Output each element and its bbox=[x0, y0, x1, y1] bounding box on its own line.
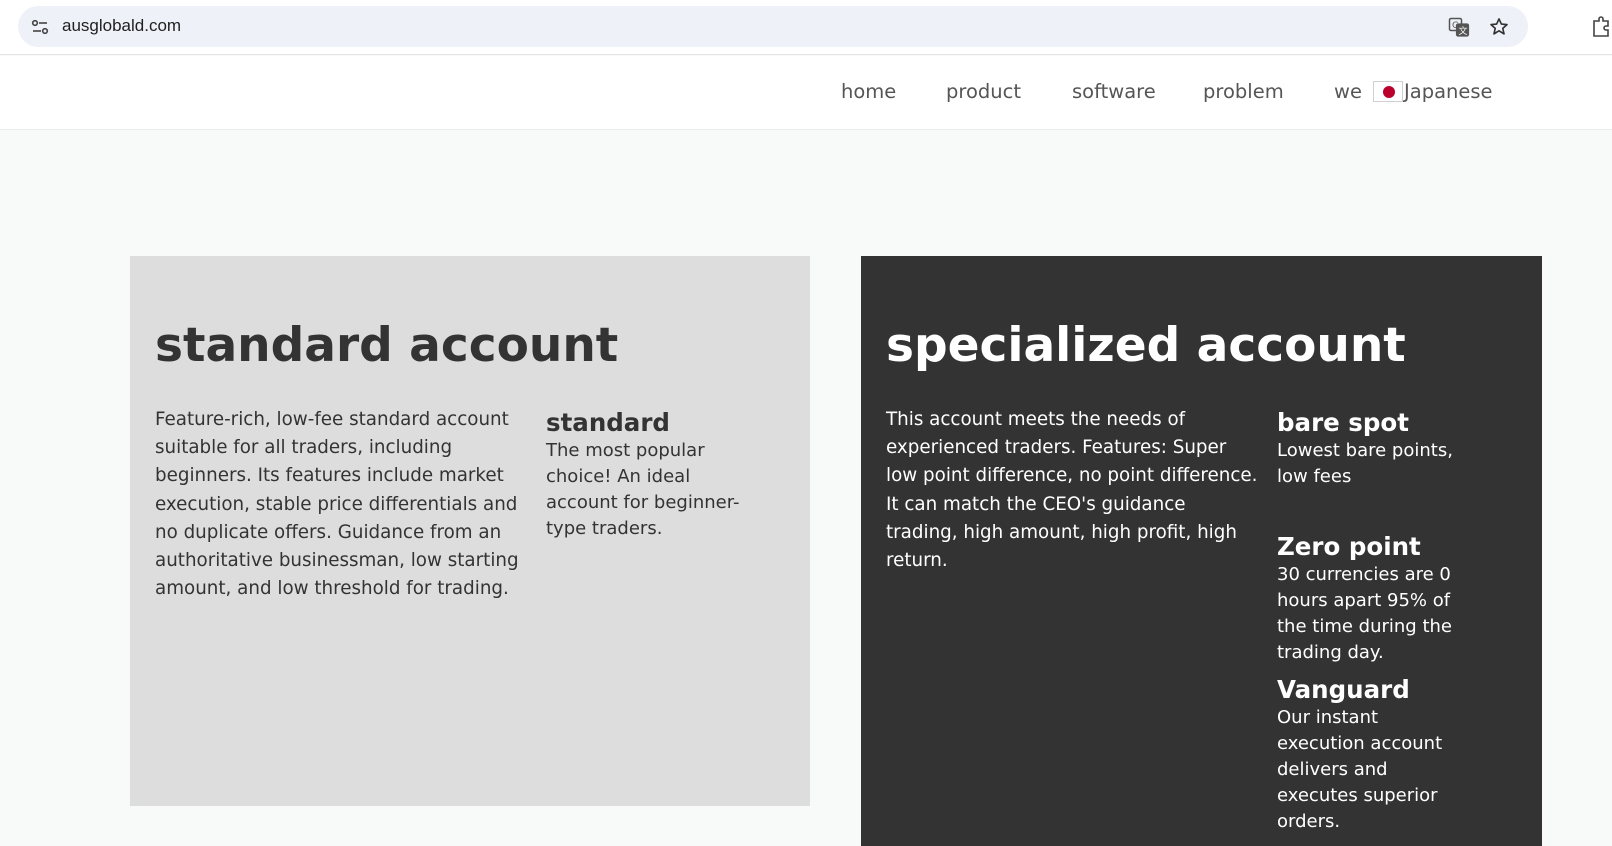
language-label: Japanese bbox=[1404, 80, 1493, 103]
nav-problem[interactable]: problem bbox=[1203, 80, 1284, 103]
extensions-icon[interactable] bbox=[1592, 16, 1612, 38]
specialized-account-card: specialized account This account meets t… bbox=[861, 256, 1542, 846]
specialized-account-title: specialized account bbox=[886, 318, 1406, 373]
feature-vanguard: Vanguard Our instant execution account d… bbox=[1277, 675, 1467, 835]
address-bar[interactable]: ausglobald.com G 文 bbox=[18, 6, 1528, 47]
standard-account-description: Feature-rich, low-fee standard account s… bbox=[155, 409, 519, 600]
nav-we[interactable]: we bbox=[1334, 80, 1362, 103]
feature-text: Lowest bare points, low fees bbox=[1277, 440, 1453, 487]
standard-account-title: standard account bbox=[155, 318, 619, 373]
site-info-icon[interactable] bbox=[30, 17, 50, 37]
feature-zero-point: Zero point 30 currencies are 0 hours apa… bbox=[1277, 532, 1467, 666]
nav-home[interactable]: home bbox=[841, 80, 896, 103]
svg-text:文: 文 bbox=[1459, 25, 1468, 37]
feature-title: bare spot bbox=[1277, 408, 1409, 437]
url-text[interactable]: ausglobald.com bbox=[62, 16, 181, 36]
feature-text: Our instant execution account delivers a… bbox=[1277, 707, 1443, 832]
specialized-account-description: This account meets the needs of experien… bbox=[886, 409, 1258, 572]
feature-title: standard bbox=[546, 408, 670, 437]
browser-toolbar: ausglobald.com G 文 bbox=[0, 0, 1612, 55]
feature-bare-spot: bare spot Lowest bare points, low fees bbox=[1277, 408, 1467, 490]
site-header: home product software problem we Japanes… bbox=[0, 56, 1612, 130]
feature-standard: standard The most popular choice! An ide… bbox=[546, 408, 744, 542]
nav-product[interactable]: product bbox=[946, 80, 1021, 103]
standard-account-card: standard account Feature-rich, low-fee s… bbox=[130, 256, 810, 806]
language-switcher[interactable]: Japanese bbox=[1373, 80, 1493, 103]
star-icon[interactable] bbox=[1488, 16, 1510, 38]
feature-title: Zero point bbox=[1277, 532, 1421, 561]
translate-icon[interactable]: G 文 bbox=[1448, 16, 1470, 38]
feature-text: 30 currencies are 0 hours apart 95% of t… bbox=[1277, 564, 1452, 663]
nav-software[interactable]: software bbox=[1072, 80, 1156, 103]
feature-text: The most popular choice! An ideal accoun… bbox=[546, 440, 740, 539]
feature-title: Vanguard bbox=[1277, 675, 1410, 704]
japan-flag-icon bbox=[1373, 81, 1403, 102]
